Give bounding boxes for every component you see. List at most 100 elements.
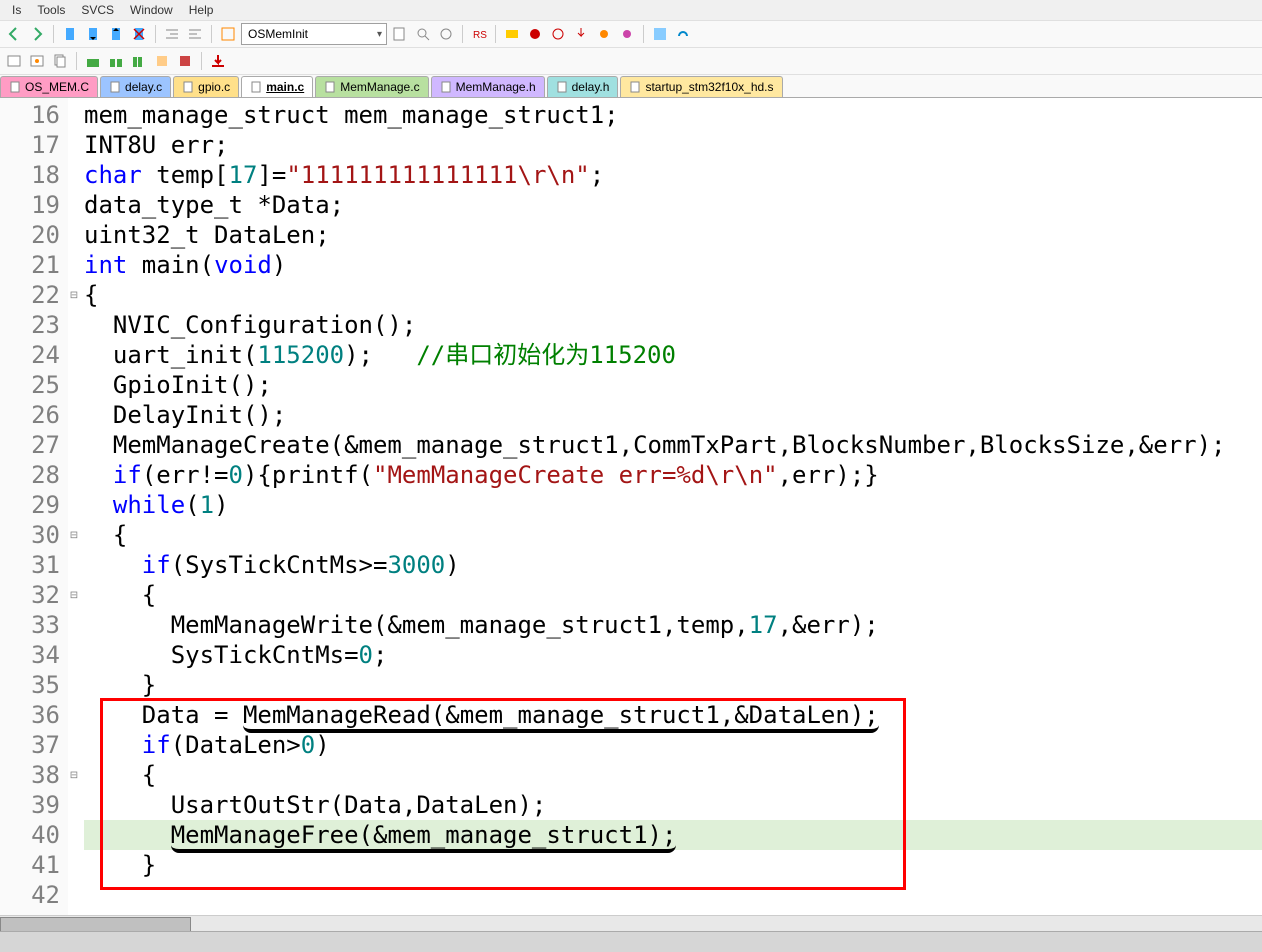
- files-icon[interactable]: [50, 51, 70, 71]
- window-icon[interactable]: [218, 24, 238, 44]
- tab-MemManage-h[interactable]: MemManage.h: [431, 76, 545, 97]
- build-icon[interactable]: [83, 51, 103, 71]
- code-line[interactable]: if(DataLen>0): [84, 730, 1262, 760]
- code-line[interactable]: INT8U err;: [84, 130, 1262, 160]
- translate-icon[interactable]: [152, 51, 172, 71]
- code-line[interactable]: [84, 880, 1262, 910]
- editor-tabs: OS_MEM.Cdelay.c gpio.c main.c MemManage.c Me…: [0, 75, 1262, 98]
- function-combo[interactable]: OSMemInit: [241, 23, 387, 45]
- back-icon[interactable]: [4, 24, 24, 44]
- code-line[interactable]: SysTickCntMs=0;: [84, 640, 1262, 670]
- code-line[interactable]: {: [84, 580, 1262, 610]
- stop-icon[interactable]: [525, 24, 545, 44]
- line-number: 21: [0, 250, 60, 280]
- fold-marker[interactable]: ⊟: [68, 580, 80, 610]
- line-number: 20: [0, 220, 60, 250]
- fold-marker[interactable]: ⊟: [68, 760, 80, 790]
- outdent-icon[interactable]: [185, 24, 205, 44]
- file-icon: [9, 81, 21, 93]
- fold-marker[interactable]: ⊟: [68, 520, 80, 550]
- code-line[interactable]: mem_manage_struct mem_manage_struct1;: [84, 100, 1262, 130]
- project-icon[interactable]: [4, 51, 24, 71]
- run-icon[interactable]: [502, 24, 522, 44]
- options-icon[interactable]: [27, 51, 47, 71]
- fold-marker: [68, 100, 80, 130]
- code-line[interactable]: data_type_t *Data;: [84, 190, 1262, 220]
- combo-value: OSMemInit: [248, 27, 308, 41]
- tab-gpio-c[interactable]: gpio.c: [173, 76, 239, 97]
- code-line[interactable]: while(1): [84, 490, 1262, 520]
- line-number: 27: [0, 430, 60, 460]
- tab-MemManage-c[interactable]: MemManage.c: [315, 76, 428, 97]
- code-line[interactable]: }: [84, 850, 1262, 880]
- code-line[interactable]: if(SysTickCntMs>=3000): [84, 550, 1262, 580]
- menu-item[interactable]: SVCS: [81, 3, 114, 17]
- file-icon: [250, 81, 262, 93]
- tab-startup_stm32f10x_hd-s[interactable]: startup_stm32f10x_hd.s: [620, 76, 782, 97]
- tab-label: main.c: [266, 80, 304, 94]
- file-icon: [182, 81, 194, 93]
- tab-OS_MEM-C[interactable]: OS_MEM.C: [0, 76, 98, 97]
- code-line[interactable]: char temp[17]="111111111111111\r\n";: [84, 160, 1262, 190]
- line-number: 41: [0, 850, 60, 880]
- code-line[interactable]: MemManageCreate(&mem_manage_struct1,Comm…: [84, 430, 1262, 460]
- svg-text:RST: RST: [473, 30, 487, 41]
- step-into-icon[interactable]: [571, 24, 591, 44]
- line-number: 28: [0, 460, 60, 490]
- batch-build-icon[interactable]: [129, 51, 149, 71]
- line-gutter: 1617181920212223242526272829303132333435…: [0, 98, 68, 934]
- toolbox-icon[interactable]: [673, 24, 693, 44]
- code-line[interactable]: GpioInit();: [84, 370, 1262, 400]
- tab-label: gpio.c: [198, 80, 230, 94]
- browse-icon[interactable]: [436, 24, 456, 44]
- tab-label: startup_stm32f10x_hd.s: [645, 80, 773, 94]
- menu-item[interactable]: Tools: [37, 3, 65, 17]
- bookmark-icon[interactable]: [60, 24, 80, 44]
- goto-def-icon[interactable]: [390, 24, 410, 44]
- code-line[interactable]: uart_init(115200); //串口初始化为115200: [84, 340, 1262, 370]
- bookmark-clear-icon[interactable]: [129, 24, 149, 44]
- menu-item[interactable]: Window: [130, 3, 173, 17]
- code-area[interactable]: mem_manage_struct mem_manage_struct1;INT…: [80, 98, 1262, 934]
- code-line[interactable]: MemManageWrite(&mem_manage_struct1,temp,…: [84, 610, 1262, 640]
- tab-delay-h[interactable]: delay.h: [547, 76, 619, 97]
- bookmark-prev-icon[interactable]: [83, 24, 103, 44]
- code-line[interactable]: uint32_t DataLen;: [84, 220, 1262, 250]
- code-line[interactable]: }: [84, 670, 1262, 700]
- tab-label: MemManage.c: [340, 80, 419, 94]
- menu-item[interactable]: Help: [189, 3, 214, 17]
- editor: 1617181920212223242526272829303132333435…: [0, 98, 1262, 934]
- code-line[interactable]: NVIC_Configuration();: [84, 310, 1262, 340]
- rebuild-icon[interactable]: [106, 51, 126, 71]
- debug-reset-icon[interactable]: RST: [469, 24, 489, 44]
- download-icon[interactable]: [208, 51, 228, 71]
- code-line[interactable]: Data = MemManageRead(&mem_manage_struct1…: [84, 700, 1262, 730]
- step-out-icon[interactable]: [594, 24, 614, 44]
- forward-icon[interactable]: [27, 24, 47, 44]
- menu-item[interactable]: Is: [12, 3, 21, 17]
- tab-delay-c[interactable]: delay.c: [100, 76, 171, 97]
- code-line[interactable]: {: [84, 520, 1262, 550]
- fold-marker[interactable]: ⊟: [68, 280, 80, 310]
- statusbar: [0, 931, 1262, 952]
- toolbar-build: [0, 48, 1262, 75]
- code-line[interactable]: {: [84, 280, 1262, 310]
- line-number: 37: [0, 730, 60, 760]
- window-layout-icon[interactable]: [650, 24, 670, 44]
- code-line[interactable]: UsartOutStr(Data,DataLen);: [84, 790, 1262, 820]
- step-over-icon[interactable]: [548, 24, 568, 44]
- fold-marker: [68, 550, 80, 580]
- stop-build-icon[interactable]: [175, 51, 195, 71]
- code-line[interactable]: MemManageFree(&mem_manage_struct1);: [84, 820, 1262, 850]
- bookmark-next-icon[interactable]: [106, 24, 126, 44]
- file-icon: [629, 81, 641, 93]
- run-to-cursor-icon[interactable]: [617, 24, 637, 44]
- code-line[interactable]: int main(void): [84, 250, 1262, 280]
- find-icon[interactable]: [413, 24, 433, 44]
- indent-icon[interactable]: [162, 24, 182, 44]
- code-line[interactable]: {: [84, 760, 1262, 790]
- horizontal-scrollbar[interactable]: [0, 915, 1262, 932]
- tab-main-c[interactable]: main.c: [241, 76, 313, 97]
- code-line[interactable]: DelayInit();: [84, 400, 1262, 430]
- code-line[interactable]: if(err!=0){printf("MemManageCreate err=%…: [84, 460, 1262, 490]
